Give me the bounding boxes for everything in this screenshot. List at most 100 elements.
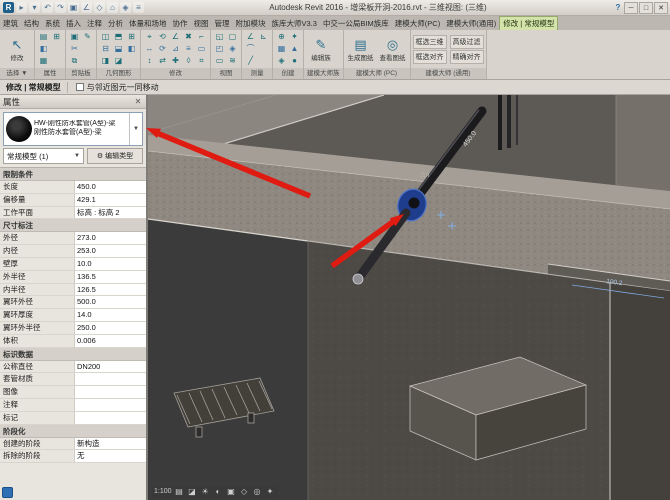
ribbon-tab[interactable]: 系统 <box>42 17 63 30</box>
section-box-icon[interactable]: ◱ <box>213 31 226 43</box>
cut-geometry-icon[interactable]: ◫ <box>99 31 112 43</box>
callout-icon[interactable]: ◈ <box>226 43 239 55</box>
crop-view-icon[interactable]: ▣ <box>226 486 237 498</box>
ribbon-group-label[interactable]: 剪贴板 <box>66 68 96 79</box>
waves-icon[interactable]: ≋ <box>226 55 239 67</box>
property-value[interactable]: 标高 : 标高 2 <box>74 207 146 219</box>
3d-view-icon[interactable]: ⌂ <box>107 2 118 13</box>
property-value[interactable]: 0.006 <box>74 335 146 347</box>
chevron-down-icon[interactable]: ▼ <box>129 113 142 145</box>
ribbon-group-label[interactable]: 属性 <box>35 68 65 79</box>
maximize-button[interactable]: □ <box>639 2 653 14</box>
ribbon-tab[interactable]: 注释 <box>84 17 105 30</box>
precise-align-button[interactable]: 精确对齐 <box>450 50 484 64</box>
modify-tool-button[interactable]: ↖修改 <box>2 37 32 62</box>
family-category-icon[interactable]: ▦ <box>37 55 50 67</box>
create-parts-icon[interactable]: ◈ <box>275 55 288 67</box>
property-group-header[interactable]: 限制条件 <box>0 168 146 181</box>
align-icon[interactable]: ⌖ <box>143 31 156 43</box>
save-icon[interactable]: ▾ <box>29 2 40 13</box>
rotate-icon[interactable]: ⟲ <box>156 31 169 43</box>
demolish-icon[interactable]: ⊞ <box>125 31 138 43</box>
tag-icon[interactable]: ◇ <box>94 2 105 13</box>
match-type-icon[interactable]: ✎ <box>81 31 94 43</box>
create-void-icon[interactable]: ● <box>288 55 301 67</box>
swap-icon[interactable]: ⇄ <box>156 55 169 67</box>
family-types-icon[interactable]: ⊞ <box>50 31 63 43</box>
edit-family-button[interactable]: ✎编辑族 <box>306 37 336 62</box>
section-icon[interactable]: ◈ <box>120 2 131 13</box>
advanced-filter-button[interactable]: 高级过滤 <box>450 35 484 49</box>
property-value[interactable] <box>74 412 146 424</box>
angle-icon[interactable]: ∠ <box>169 31 182 43</box>
array-icon[interactable]: ✚ <box>169 55 182 67</box>
split-face-icon[interactable]: ◧ <box>125 43 138 55</box>
measure-perp-icon[interactable]: ⊾ <box>257 31 270 43</box>
generate-sheet-button[interactable]: ▤生成图纸 <box>346 37 376 62</box>
ribbon-tab[interactable]: 分析 <box>105 17 126 30</box>
ribbon-tab[interactable]: 建模大师(PC) <box>392 17 443 30</box>
create-similar-icon[interactable]: ✦ <box>288 31 301 43</box>
box-select-3d-button[interactable]: 框选三维 <box>413 35 447 49</box>
ribbon-tab[interactable]: 协作 <box>170 17 191 30</box>
property-value[interactable]: 14.0 <box>74 309 146 321</box>
ribbon-group-label[interactable]: 修改 <box>141 68 210 79</box>
detail-level-icon[interactable]: ▤ <box>174 486 185 498</box>
ribbon-group-label[interactable]: 建模大师 (PC) <box>344 68 410 79</box>
ribbon-tab[interactable]: 体量和场地 <box>126 17 170 30</box>
wall-side-3d[interactable] <box>610 283 670 500</box>
scale-icon[interactable]: ◊ <box>182 55 195 67</box>
copy-icon[interactable]: ⧉ <box>68 55 81 67</box>
delete-icon[interactable]: ✖ <box>182 31 195 43</box>
print-icon[interactable]: ▣ <box>68 2 79 13</box>
cope-icon[interactable]: ▭ <box>195 43 208 55</box>
property-value[interactable]: 250.0 <box>74 322 146 334</box>
split-icon[interactable]: ⌐ <box>195 31 208 43</box>
box-select-align-button[interactable]: 框选对齐 <box>413 50 447 64</box>
property-value[interactable] <box>74 399 146 411</box>
ribbon-tab[interactable]: 管理 <box>212 17 233 30</box>
create-solid-icon[interactable]: ▲ <box>288 43 301 55</box>
frame-icon[interactable]: ▢ <box>226 31 239 43</box>
property-group-header[interactable]: 尺寸标注 <box>0 219 146 232</box>
measure-line-icon[interactable]: ╱ <box>244 55 257 67</box>
visual-style-icon[interactable]: ◪ <box>187 486 198 498</box>
create-group-icon[interactable]: ⊕ <box>275 31 288 43</box>
show-crop-icon[interactable]: ◇ <box>239 486 250 498</box>
camera-icon[interactable]: ◰ <box>213 43 226 55</box>
open-icon[interactable]: ▸ <box>16 2 27 13</box>
ribbon-tab[interactable]: 结构 <box>21 17 42 30</box>
property-value[interactable]: 136.5 <box>74 271 146 283</box>
trim-icon[interactable]: ⊿ <box>169 43 182 55</box>
ribbon-tab[interactable]: 插入 <box>63 17 84 30</box>
scale-control[interactable]: 1:100 <box>154 486 172 498</box>
move-icon[interactable]: ↔ <box>143 43 156 55</box>
column-3d[interactable] <box>616 95 670 191</box>
measure-arc-icon[interactable]: ⌒ <box>244 43 257 55</box>
ribbon-tab[interactable]: 建模大师(通用) <box>443 17 499 30</box>
ribbon-group-label[interactable]: 选择 ▼ <box>0 68 34 79</box>
undo-icon[interactable]: ↶ <box>42 2 53 13</box>
measure-angle-icon[interactable]: ∠ <box>244 31 257 43</box>
property-value[interactable]: 253.0 <box>74 245 146 257</box>
render-icon[interactable]: ▭ <box>213 55 226 67</box>
pipe-endcap-3d[interactable] <box>353 274 363 284</box>
ribbon-tab[interactable]: 修改 | 常规模型 <box>499 16 558 30</box>
revit-logo-icon[interactable]: R <box>3 2 14 13</box>
ribbon-group-label[interactable]: 视图 <box>211 68 241 79</box>
beam-joins-icon[interactable]: ⬒ <box>112 31 125 43</box>
sun-path-icon[interactable]: ☀ <box>200 486 211 498</box>
type-selector[interactable]: HW-刚性防水套管(A型)-梁 刚性防水套管(A型)-梁 ▼ <box>3 112 143 146</box>
edit-type-button[interactable]: ⚙ 编辑类型 <box>87 148 143 164</box>
ribbon-group-label[interactable]: 建模大师 (通用) <box>411 68 486 79</box>
property-value[interactable]: 429.1 <box>74 194 146 206</box>
unjoin-icon[interactable]: ⬓ <box>112 43 125 55</box>
ribbon-tab[interactable]: 建筑 <box>0 17 21 30</box>
reveal-hidden-icon[interactable]: ✦ <box>265 486 276 498</box>
property-value[interactable]: 450.0 <box>74 181 146 193</box>
property-value[interactable]: 无 <box>74 450 146 462</box>
thin-lines-icon[interactable]: ≡ <box>133 2 144 13</box>
property-value[interactable] <box>74 373 146 385</box>
cut-icon[interactable]: ✂ <box>68 43 81 55</box>
checkbox-icon[interactable] <box>76 83 84 91</box>
